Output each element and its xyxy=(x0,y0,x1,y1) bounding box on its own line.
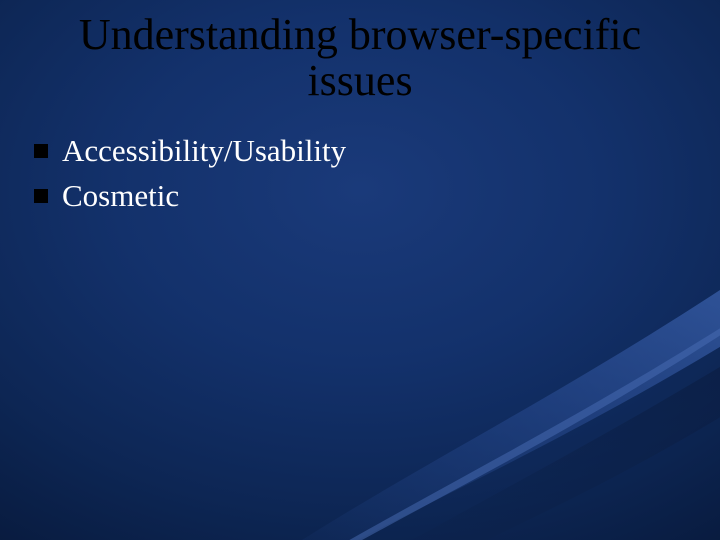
list-item: Accessibility/Usability xyxy=(34,132,680,171)
square-bullet-icon xyxy=(34,189,48,203)
bullet-text: Accessibility/Usability xyxy=(62,132,346,171)
slide-body: Accessibility/Usability Cosmetic xyxy=(34,132,680,222)
slide-title: Understanding browser-specific issues xyxy=(0,12,720,104)
square-bullet-icon xyxy=(34,144,48,158)
decorative-swoosh-icon xyxy=(220,220,720,540)
slide: Understanding browser-specific issues Ac… xyxy=(0,0,720,540)
bullet-text: Cosmetic xyxy=(62,177,179,216)
list-item: Cosmetic xyxy=(34,177,680,216)
